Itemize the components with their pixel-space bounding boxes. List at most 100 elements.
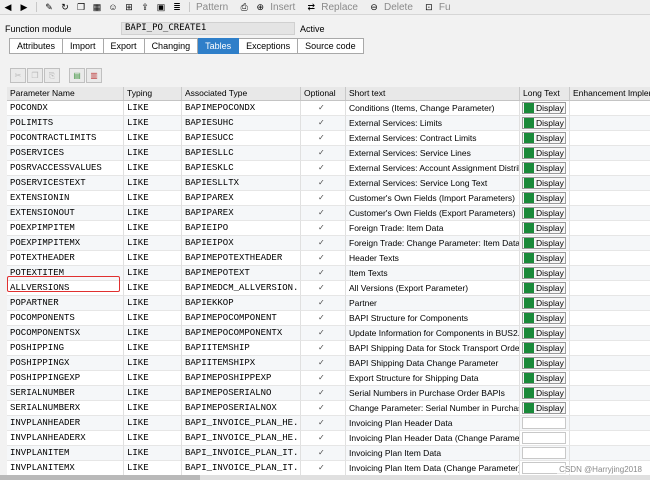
table-row[interactable]: POCOMPONENTS LIKE BAPIMEPOCOMPONENT ✓ BAPI S… [7,311,650,326]
table-row[interactable]: POEXPIMPITEMX LIKE BAPIEIPOX ✓ Foreign Trade… [7,236,650,251]
optional-cell[interactable]: ✓ [301,221,346,236]
optional-cell[interactable]: ✓ [301,161,346,176]
param-cell[interactable]: SERIALNUMBERX [7,401,124,416]
long-text-cell[interactable]: Display [520,281,570,296]
function-module-field[interactable]: BAPI_PO_CREATE1 [121,22,295,35]
table-row[interactable]: POCONTRACTLIMITS LIKE BAPIESUCC ✓ External S… [7,131,650,146]
param-cell[interactable]: POTEXTITEM [7,266,124,281]
upload-icon[interactable]: ⇪ [139,2,151,13]
typing-cell[interactable]: LIKE [124,101,182,116]
display-button[interactable]: Display [522,237,566,249]
assoc-cell[interactable]: BAPIMEPOTEXTHEADER [182,251,301,266]
table-row[interactable]: POCONDX LIKE BAPIMEPOCONDX ✓ Conditions (Ite… [7,101,650,116]
delete-button[interactable]: Delete [384,2,413,13]
table-row[interactable]: ALLVERSIONS LIKE BAPIMEDCM_ALLVERSION... ✓ A… [7,281,650,296]
assoc-cell[interactable]: BAPIMEPOCOMPONENTX [182,326,301,341]
typing-cell[interactable]: LIKE [124,281,182,296]
short-cell[interactable]: Invoicing Plan Header Data (Change Param… [346,431,520,446]
table-row[interactable]: INVPLANHEADER LIKE BAPI_INVOICE_PLAN_HE...… [7,416,650,431]
table-row[interactable]: INVPLANITEMX LIKE BAPI_INVOICE_PLAN_IT... ✓… [7,461,650,476]
assoc-cell[interactable]: BAPIMEPOCONDX [182,101,301,116]
short-cell[interactable]: Invoicing Plan Item Data [346,446,520,461]
short-cell[interactable]: BAPI Shipping Data for Stock Transport O… [346,341,520,356]
short-cell[interactable]: Foreign Trade: Change Parameter: Item Da… [346,236,520,251]
short-cell[interactable]: BAPI Structure for Components [346,311,520,326]
display-button[interactable]: Display [522,207,566,219]
short-cell[interactable]: Serial Numbers in Purchase Order BAPIs [346,386,520,401]
typing-cell[interactable]: LIKE [124,236,182,251]
table-row[interactable]: POTEXTITEM LIKE BAPIMEPOTEXT ✓ Item Texts Dis… [7,266,650,281]
optional-checkbox[interactable]: ✓ [318,269,326,277]
long-text-cell[interactable]: Display [520,116,570,131]
typing-cell[interactable]: LIKE [124,251,182,266]
table-row[interactable]: POPARTNER LIKE BAPIEKKOP ✓ Partner Display [7,296,650,311]
long-text-cell[interactable]: Display [520,176,570,191]
assoc-cell[interactable]: BAPIESLLTX [182,176,301,191]
optional-checkbox[interactable]: ✓ [318,209,326,217]
table-row[interactable]: INVPLANHEADERX LIKE BAPI_INVOICE_PLAN_HE..… [7,431,650,446]
typing-cell[interactable]: LIKE [124,146,182,161]
long-text-cell[interactable]: Display [520,206,570,221]
enhancement-cell[interactable] [570,131,650,146]
typing-cell[interactable]: LIKE [124,221,182,236]
short-cell[interactable]: Header Texts [346,251,520,266]
param-cell[interactable]: POTEXTHEADER [7,251,124,266]
optional-cell[interactable]: ✓ [301,176,346,191]
param-cell[interactable]: INVPLANITEMX [7,461,124,476]
param-cell[interactable]: POCONTRACTLIMITS [7,131,124,146]
assoc-cell[interactable]: BAPIITEMSHIP [182,341,301,356]
optional-cell[interactable]: ✓ [301,206,346,221]
optional-checkbox[interactable]: ✓ [318,404,326,412]
long-text-cell[interactable]: Display [520,341,570,356]
long-text-cell[interactable]: Display [520,251,570,266]
param-cell[interactable]: POCOMPONENTS [7,311,124,326]
table-row[interactable]: EXTENSIONOUT LIKE BAPIPAREX ✓ Customer's Own… [7,206,650,221]
enhancement-cell[interactable] [570,101,650,116]
enhancement-cell[interactable] [570,236,650,251]
enhancement-cell[interactable] [570,281,650,296]
optional-cell[interactable]: ✓ [301,341,346,356]
display-button[interactable]: Display [522,297,566,309]
assoc-cell[interactable]: BAPIMEDCM_ALLVERSION... [182,281,301,296]
assoc-cell[interactable]: BAPIMEPOSERIALNOX [182,401,301,416]
short-cell[interactable]: Export Structure for Shipping Data [346,371,520,386]
typing-cell[interactable]: LIKE [124,311,182,326]
enhancement-cell[interactable] [570,431,650,446]
replace-icon[interactable]: ⇄ [305,2,317,13]
long-text-cell[interactable]: Display [520,221,570,236]
enhancement-cell[interactable] [570,146,650,161]
object-list-icon[interactable]: ▦ [91,2,103,13]
enhancement-cell[interactable] [570,206,650,221]
table-row[interactable]: POSHIPPINGEXP LIKE BAPIMEPOSHIPPEXP ✓ Export… [7,371,650,386]
typing-cell[interactable]: LIKE [124,386,182,401]
column-header-long[interactable]: Long Text [520,87,570,100]
table-row[interactable]: INVPLANITEM LIKE BAPI_INVOICE_PLAN_IT... ✓ I… [7,446,650,461]
optional-cell[interactable]: ✓ [301,401,346,416]
optional-checkbox[interactable]: ✓ [318,149,326,157]
tab-changing[interactable]: Changing [144,38,199,54]
optional-checkbox[interactable]: ✓ [318,194,326,202]
tab-export[interactable]: Export [103,38,145,54]
optional-checkbox[interactable]: ✓ [318,284,326,292]
param-cell[interactable]: EXTENSIONOUT [7,206,124,221]
hierarchy-icon[interactable]: ⊞ [123,2,135,13]
long-text-cell[interactable] [520,446,570,461]
table-row[interactable]: SERIALNUMBER LIKE BAPIMEPOSERIALNO ✓ Serial … [7,386,650,401]
optional-checkbox[interactable]: ✓ [318,329,326,337]
param-cell[interactable]: SERIALNUMBER [7,386,124,401]
tab-attributes[interactable]: Attributes [9,38,64,54]
column-header-short[interactable]: Short text [346,87,520,100]
display-button[interactable]: Display [522,102,566,114]
column-header-optional[interactable]: Optional [301,87,346,100]
short-cell[interactable]: Customer's Own Fields (Export Parameters… [346,206,520,221]
optional-checkbox[interactable]: ✓ [318,344,326,352]
param-cell[interactable]: POSRVACCESSVALUES [7,161,124,176]
typing-cell[interactable]: LIKE [124,371,182,386]
tab-import[interactable]: Import [63,38,104,54]
delete-icon[interactable]: ⊖ [368,2,380,13]
horizontal-scrollbar[interactable] [0,475,650,480]
assoc-cell[interactable]: BAPIMEPOCOMPONENT [182,311,301,326]
assoc-cell[interactable]: BAPIMEPOSHIPPEXP [182,371,301,386]
long-text-cell[interactable]: Display [520,371,570,386]
table-row[interactable]: POSERVICES LIKE BAPIESLLC ✓ External Service… [7,146,650,161]
